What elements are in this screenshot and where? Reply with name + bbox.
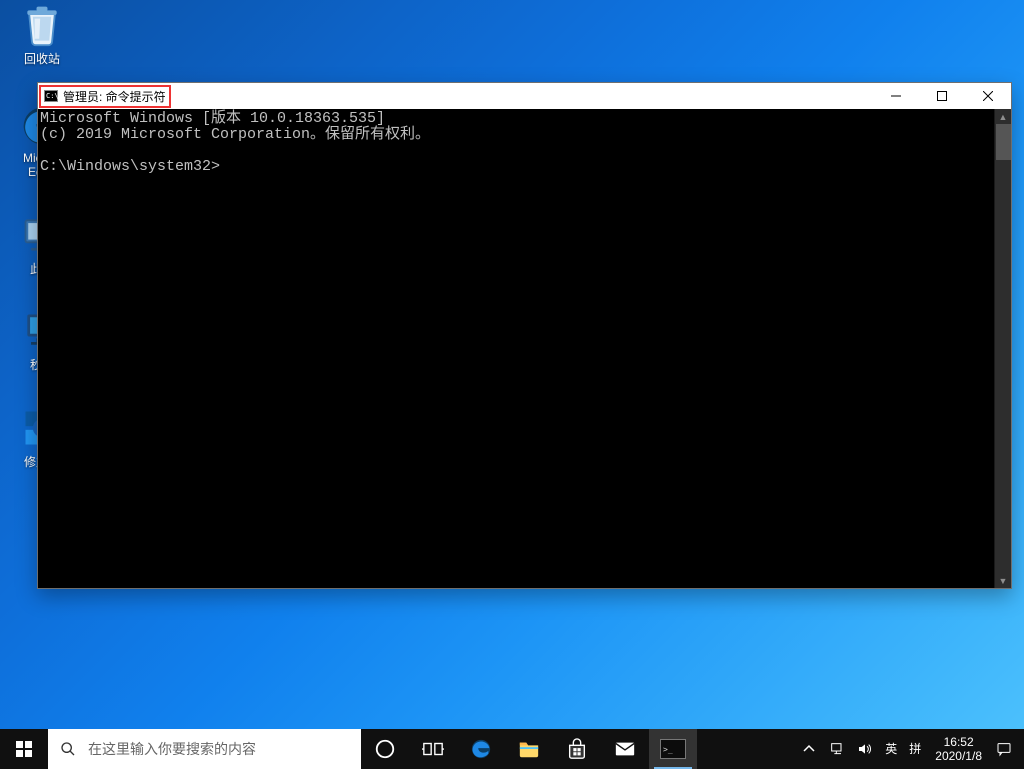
taskbar-edge[interactable] — [457, 729, 505, 769]
titlebar[interactable]: C:\ 管理员: 命令提示符 — [38, 83, 1011, 109]
mail-icon — [614, 738, 636, 760]
title-left-highlight: C:\ 管理员: 命令提示符 — [39, 85, 171, 108]
action-center-button[interactable] — [990, 729, 1018, 769]
window-title: 管理员: 命令提示符 — [63, 88, 166, 105]
scroll-up-icon[interactable]: ▲ — [996, 109, 1011, 124]
search-icon — [48, 741, 88, 757]
scroll-down-icon[interactable]: ▼ — [996, 573, 1011, 588]
cortana-button[interactable] — [361, 729, 409, 769]
tray-network[interactable] — [823, 729, 851, 769]
folder-icon — [518, 738, 540, 760]
taskbar-file-explorer[interactable] — [505, 729, 553, 769]
tray-overflow-button[interactable] — [795, 729, 823, 769]
windows-logo-icon — [16, 741, 32, 757]
task-view-button[interactable] — [409, 729, 457, 769]
tray-volume[interactable] — [851, 729, 879, 769]
taskbar-mail[interactable] — [601, 729, 649, 769]
clock[interactable]: 16:52 2020/1/8 — [927, 735, 990, 763]
edge-icon — [470, 738, 492, 760]
cmd-icon: C:\ — [44, 90, 58, 102]
ime-mode[interactable]: 拼 — [903, 742, 927, 756]
notification-icon — [996, 741, 1012, 757]
task-view-icon — [422, 738, 444, 760]
minimize-button[interactable] — [873, 83, 919, 109]
desktop-icon-recycle-bin[interactable]: 回收站 — [4, 3, 80, 67]
desktop-wallpaper: 回收站 Microsoft Edge 此电 秒关 修复开 C:\ 管理员: 命令… — [0, 0, 1024, 769]
ime-lang: 英 — [885, 742, 897, 756]
console-area[interactable]: Microsoft Windows [版本 10.0.18363.535] (c… — [38, 109, 1011, 588]
console-text: Microsoft Windows [版本 10.0.18363.535] (c… — [38, 109, 1011, 177]
maximize-button[interactable] — [919, 83, 965, 109]
recycle-bin-icon — [20, 3, 64, 47]
clock-time: 16:52 — [944, 735, 974, 749]
ime-indicator[interactable]: 英 — [879, 742, 903, 756]
taskbar: 在这里输入你要搜索的内容 >_ — [0, 729, 1024, 769]
system-tray: 英 拼 16:52 2020/1/8 — [795, 729, 1024, 769]
cortana-icon — [374, 738, 396, 760]
taskbar-store[interactable] — [553, 729, 601, 769]
chevron-up-icon — [801, 741, 817, 757]
store-icon — [566, 738, 588, 760]
close-button[interactable] — [965, 83, 1011, 109]
volume-icon — [857, 741, 873, 757]
scroll-thumb[interactable] — [996, 124, 1011, 160]
cmd-icon: >_ — [660, 739, 686, 759]
cmd-window[interactable]: C:\ 管理员: 命令提示符 Microsoft Windows [版本 10.… — [37, 82, 1012, 589]
network-icon — [829, 741, 845, 757]
search-placeholder: 在这里输入你要搜索的内容 — [88, 739, 256, 759]
start-button[interactable] — [0, 729, 48, 769]
clock-date: 2020/1/8 — [935, 749, 982, 763]
ime-mode-label: 拼 — [909, 742, 921, 756]
search-box[interactable]: 在这里输入你要搜索的内容 — [48, 729, 361, 769]
taskbar-cmd[interactable]: >_ — [649, 729, 697, 769]
vertical-scrollbar[interactable]: ▲ ▼ — [994, 109, 1011, 588]
desktop-icon-label: 回收站 — [24, 50, 60, 67]
